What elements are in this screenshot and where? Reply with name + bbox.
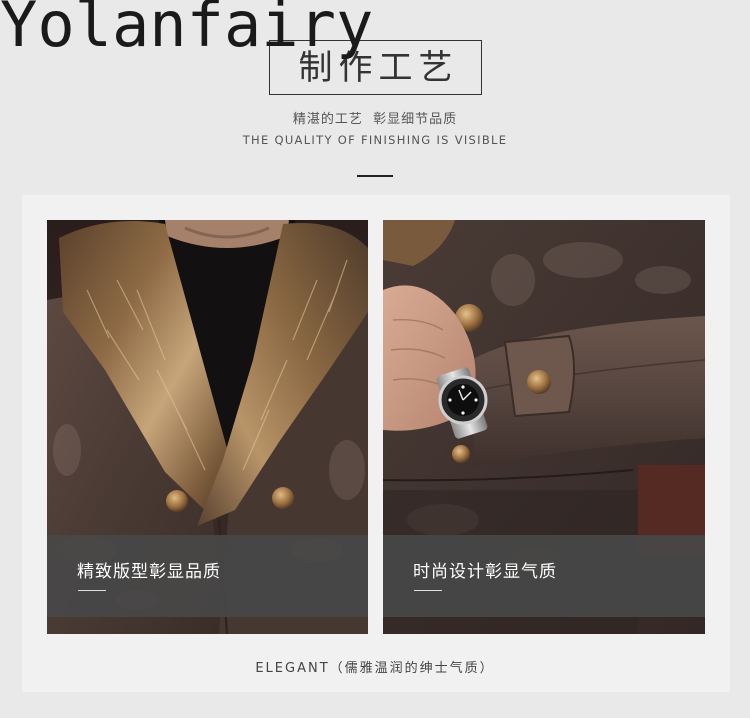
card-caption: 时尚设计彰显气质 (413, 562, 557, 582)
coat-button (452, 445, 470, 463)
subtitle-english: THE QUALITY OF FINISHING IS VISIBLE (242, 133, 508, 147)
title-divider (357, 175, 393, 177)
card-caption: 精致版型彰显品质 (77, 562, 221, 582)
subtitle-chinese: 精湛的工艺 彰显细节品质 (292, 112, 458, 127)
caption-overlay: 精致版型彰显品质 (47, 535, 368, 617)
coat-button (166, 490, 188, 512)
caption-underline (414, 590, 442, 591)
product-photo-collar: 精致版型彰显品质 (47, 220, 368, 634)
caption-underline (78, 590, 106, 591)
product-photo-sleeve: 时尚设计彰显气质 (383, 220, 705, 634)
cuff-button (527, 370, 551, 394)
caption-overlay: 时尚设计彰显气质 (383, 535, 705, 617)
coat-button (272, 487, 294, 509)
brand-logo-text: Yolanfairy (0, 0, 374, 61)
footer-caption: ELEGANT（儒雅温润的绅士气质） (255, 661, 495, 676)
